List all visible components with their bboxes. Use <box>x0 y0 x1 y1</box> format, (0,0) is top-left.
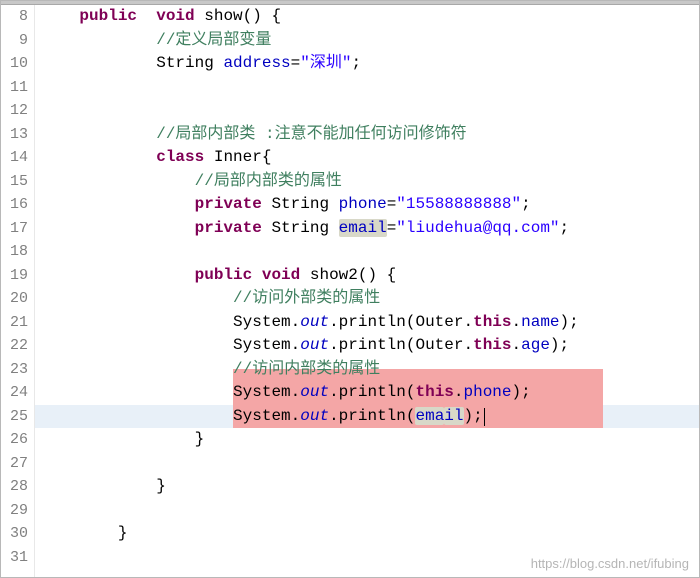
line-number: 19 <box>1 264 28 288</box>
code-line[interactable]: //访问内部类的属性 <box>41 358 699 382</box>
line-number: 30 <box>1 522 28 546</box>
code-line[interactable] <box>41 499 699 523</box>
code-line[interactable]: private String email="liudehua@qq.com"; <box>41 217 699 241</box>
line-number: 15 <box>1 170 28 194</box>
text-cursor <box>484 408 485 426</box>
line-number: 8 <box>1 5 28 29</box>
line-number: 12 <box>1 99 28 123</box>
line-number-gutter: 8910111213141516171819202122232425262728… <box>1 5 35 577</box>
code-line[interactable]: //局部内部类 :注意不能加任何访问修饰符 <box>41 123 699 147</box>
line-number: 29 <box>1 499 28 523</box>
line-number: 10 <box>1 52 28 76</box>
code-line[interactable]: System.out.println(email); <box>41 405 699 429</box>
line-number: 25 <box>1 405 28 429</box>
line-number: 9 <box>1 29 28 53</box>
line-number: 26 <box>1 428 28 452</box>
code-line[interactable]: class Inner{ <box>41 146 699 170</box>
line-number: 13 <box>1 123 28 147</box>
code-line[interactable]: } <box>41 522 699 546</box>
code-line[interactable]: System.out.println(Outer.this.name); <box>41 311 699 335</box>
line-number: 27 <box>1 452 28 476</box>
code-line[interactable]: System.out.println(this.phone); <box>41 381 699 405</box>
code-area[interactable]: public void show() { //定义局部变量 String add… <box>35 5 699 577</box>
line-number: 20 <box>1 287 28 311</box>
code-line[interactable]: //访问外部类的属性 <box>41 287 699 311</box>
line-number: 22 <box>1 334 28 358</box>
line-number: 11 <box>1 76 28 100</box>
line-number: 14 <box>1 146 28 170</box>
code-line[interactable] <box>41 76 699 100</box>
line-number: 16 <box>1 193 28 217</box>
code-line[interactable]: } <box>41 475 699 499</box>
code-line[interactable] <box>41 99 699 123</box>
code-line[interactable]: System.out.println(Outer.this.age); <box>41 334 699 358</box>
watermark-text: https://blog.csdn.net/ifubing <box>531 556 689 571</box>
line-number: 28 <box>1 475 28 499</box>
line-number: 31 <box>1 546 28 570</box>
line-number: 17 <box>1 217 28 241</box>
code-line[interactable]: //局部内部类的属性 <box>41 170 699 194</box>
code-line[interactable]: public void show() { <box>41 5 699 29</box>
line-number: 18 <box>1 240 28 264</box>
code-line[interactable]: private String phone="15588888888"; <box>41 193 699 217</box>
code-editor[interactable]: 8910111213141516171819202122232425262728… <box>1 5 699 577</box>
code-line[interactable]: String address="深圳"; <box>41 52 699 76</box>
line-number: 21 <box>1 311 28 335</box>
code-line[interactable] <box>41 452 699 476</box>
line-number: 24 <box>1 381 28 405</box>
code-line[interactable]: public void show2() { <box>41 264 699 288</box>
code-line[interactable] <box>41 240 699 264</box>
code-line[interactable]: //定义局部变量 <box>41 29 699 53</box>
code-line[interactable]: } <box>41 428 699 452</box>
line-number: 23 <box>1 358 28 382</box>
